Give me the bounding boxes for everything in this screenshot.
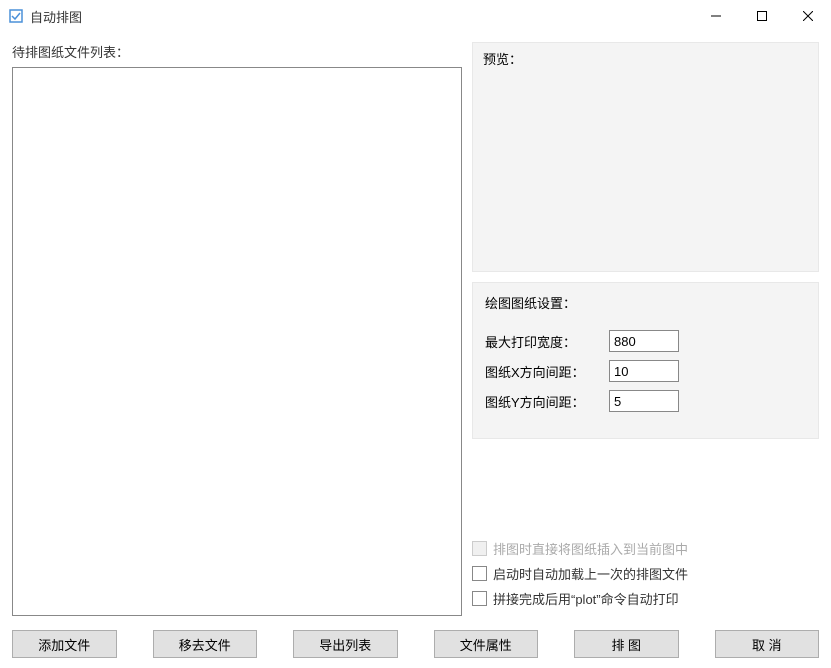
right-panel: 预览： 绘图图纸设置： 最大打印宽度： 图纸X方向间距： 图纸Y方向间距： [472, 42, 819, 624]
settings-title: 绘图图纸设置： [485, 293, 806, 312]
setting-row-max-width: 最大打印宽度： [485, 330, 806, 352]
maximize-button[interactable] [739, 0, 785, 32]
x-spacing-input[interactable] [609, 360, 679, 382]
window-controls [693, 0, 831, 32]
cancel-button[interactable]: 取 消 [715, 630, 820, 658]
close-button[interactable] [785, 0, 831, 32]
minimize-button[interactable] [693, 0, 739, 32]
setting-row-x-spacing: 图纸X方向间距： [485, 360, 806, 382]
load-last-label: 启动时自动加载上一次的排图文件 [493, 564, 688, 583]
settings-group: 绘图图纸设置： 最大打印宽度： 图纸X方向间距： 图纸Y方向间距： [472, 282, 819, 439]
auto-plot-checkbox[interactable] [472, 591, 487, 606]
spacer [472, 449, 819, 529]
titlebar: 自动排图 [0, 0, 831, 32]
button-bar: 添加文件 移去文件 导出列表 文件属性 排 图 取 消 [0, 624, 831, 668]
max-print-width-label: 最大打印宽度： [485, 332, 595, 351]
content-area: 待排图纸文件列表： 预览： 绘图图纸设置： 最大打印宽度： 图纸X方向间距： 图… [0, 32, 831, 624]
y-spacing-label: 图纸Y方向间距： [485, 392, 595, 411]
app-window: 自动排图 待排图纸文件列表： [0, 0, 831, 668]
checkbox-row-load-last[interactable]: 启动时自动加载上一次的排图文件 [472, 564, 819, 583]
auto-plot-label: 拼接完成后用“plot”命令自动打印 [493, 589, 679, 608]
insert-current-label: 排图时直接将图纸插入到当前图中 [493, 539, 688, 558]
add-file-button[interactable]: 添加文件 [12, 630, 117, 658]
max-print-width-input[interactable] [609, 330, 679, 352]
checkbox-area: 排图时直接将图纸插入到当前图中 启动时自动加载上一次的排图文件 拼接完成后用“p… [472, 539, 819, 624]
arrange-button[interactable]: 排 图 [574, 630, 679, 658]
preview-group: 预览： [472, 42, 819, 272]
left-panel: 待排图纸文件列表： [12, 42, 462, 624]
x-spacing-label: 图纸X方向间距： [485, 362, 595, 381]
checkbox-row-auto-plot[interactable]: 拼接完成后用“plot”命令自动打印 [472, 589, 819, 608]
file-list-label: 待排图纸文件列表： [12, 42, 462, 61]
file-list[interactable] [12, 67, 462, 616]
setting-row-y-spacing: 图纸Y方向间距： [485, 390, 806, 412]
remove-file-button[interactable]: 移去文件 [153, 630, 258, 658]
window-title: 自动排图 [30, 7, 693, 26]
minimize-icon [711, 11, 721, 21]
maximize-icon [757, 11, 767, 21]
preview-label: 预览： [483, 49, 522, 68]
export-list-button[interactable]: 导出列表 [293, 630, 398, 658]
file-props-button[interactable]: 文件属性 [434, 630, 539, 658]
app-icon [8, 8, 24, 24]
y-spacing-input[interactable] [609, 390, 679, 412]
close-icon [803, 11, 813, 21]
load-last-checkbox[interactable] [472, 566, 487, 581]
checkbox-row-insert-current: 排图时直接将图纸插入到当前图中 [472, 539, 819, 558]
insert-current-checkbox [472, 541, 487, 556]
